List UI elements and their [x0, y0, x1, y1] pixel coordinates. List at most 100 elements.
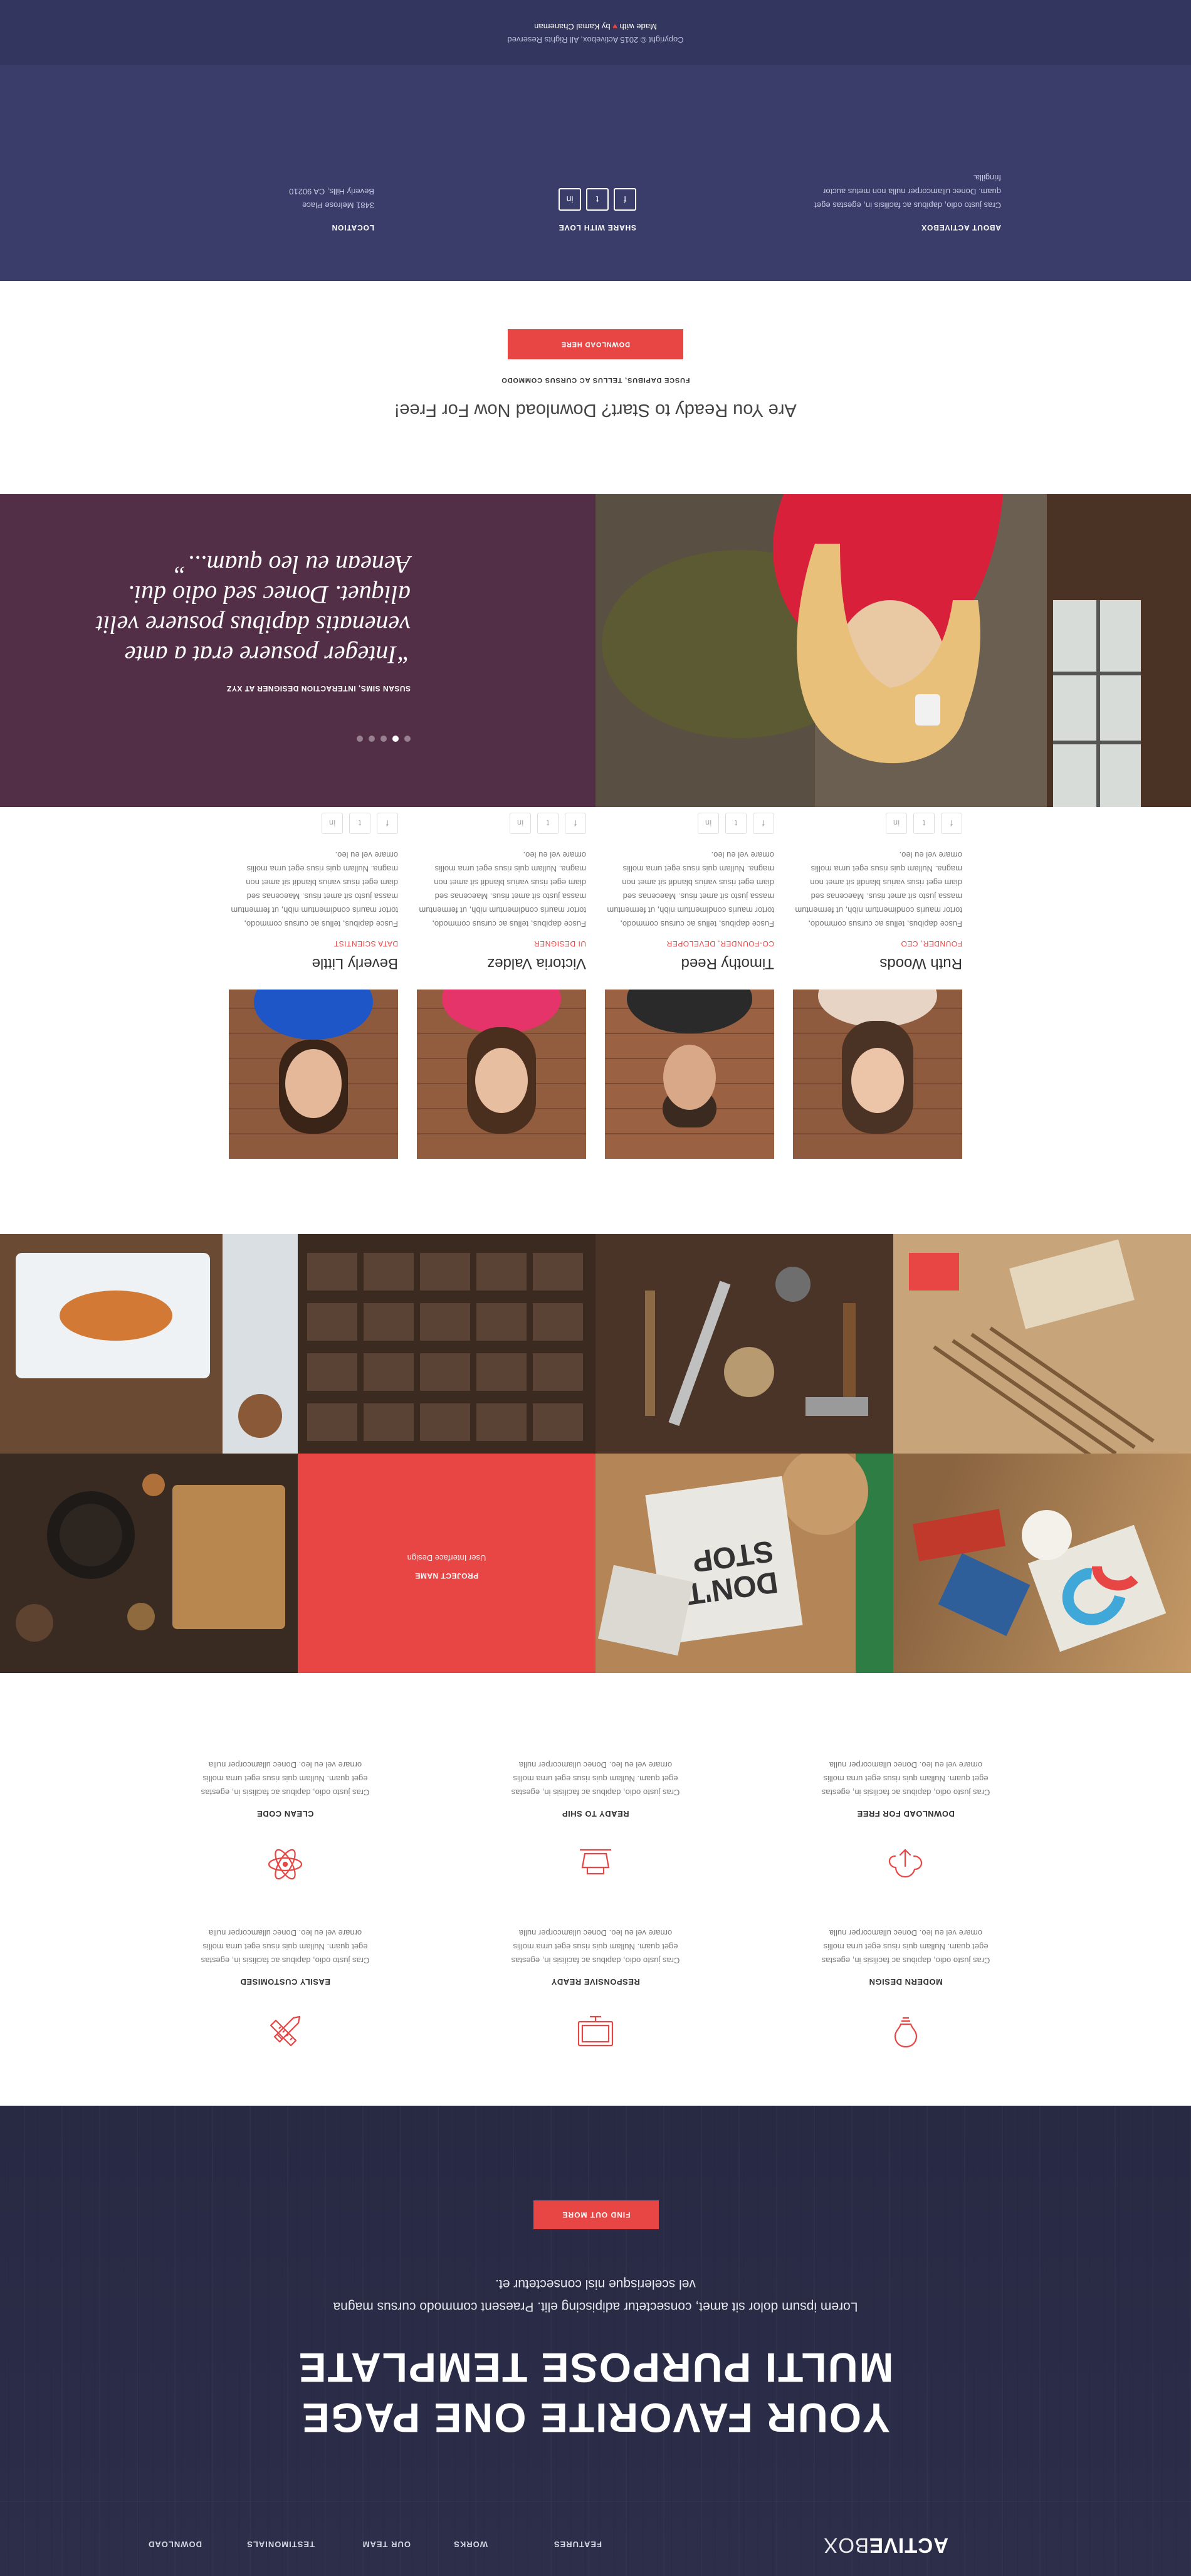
twitter-icon[interactable]: t [537, 813, 559, 834]
feature-title: RESPONSIVE READY [551, 1977, 640, 1987]
feature-title: MODERN DESIGN [869, 1977, 943, 1987]
features-section: EASILY CUSTOMISED Cras justo odio, dapib… [0, 1673, 1191, 2106]
typography-shirt-image: DON'T STOP [596, 1454, 893, 1673]
feature-title: READY TO SHIP [562, 1809, 629, 1819]
team-member-bio: Fusce dapibus, tellus ac cursus commodo,… [607, 850, 774, 929]
feature-text: Cras justo odio, dapibus ac facilisis in… [821, 1928, 990, 1965]
portfolio-tile-food[interactable] [0, 1234, 298, 1454]
linkedin-icon[interactable]: in [886, 813, 907, 834]
linkedin-icon[interactable]: in [510, 813, 531, 834]
twitter-icon[interactable]: t [725, 813, 747, 834]
team-member-bio: Fusce dapibus, tellus ac cursus commodo,… [231, 850, 398, 929]
team-member-photo [417, 990, 586, 1159]
feature-title: EASILY CUSTOMISED [239, 1977, 331, 1987]
linkedin-icon[interactable]: in [559, 188, 581, 211]
team-member-role: DATA SCIENTIST [333, 939, 398, 948]
pencils-image [893, 1234, 1191, 1454]
portfolio-tile-pencils[interactable] [893, 1234, 1191, 1454]
feature-responsive-ready: RESPONSIVE READY Cras justo odio, dapibu… [501, 1926, 690, 2054]
project-subtitle: User Interface Design [407, 1553, 486, 1563]
slider-dot[interactable] [404, 736, 411, 742]
cta-title: Are You Ready to Start? Download Now For… [394, 400, 797, 420]
team-member: Victoria Valdez UI DESIGNER Fusce dapibu… [417, 813, 586, 1159]
nav-link-download[interactable]: DOWNLOAD [148, 2540, 202, 2549]
find-out-more-button[interactable]: FIND OUT MORE [533, 2200, 659, 2229]
footer-social-links: f t in [429, 188, 636, 211]
team-member: Ruth Woods FOUNDER, CEO Fusce dapibus, t… [793, 813, 962, 1159]
portfolio-tile-typography-shirt[interactable]: DON'T STOP [596, 1454, 893, 1673]
site-logo[interactable]: ACTIVEBOX [823, 2533, 948, 2557]
feature-text: Cras justo odio, dapibus ac facilisis in… [511, 1928, 680, 1965]
facebook-icon[interactable]: f [565, 813, 586, 834]
portfolio-tile-project-overlay[interactable]: PROJECT NAME User Interface Design [298, 1454, 596, 1673]
linkedin-icon[interactable]: in [698, 813, 719, 834]
slider-dot[interactable] [369, 736, 375, 742]
footer-about-title: ABOUT ACTIVEBOX [921, 223, 1001, 232]
feature-title: CLEAN CODE [256, 1809, 314, 1819]
testimonial-quote: “Integer posuere erat a ante venenatis d… [96, 551, 411, 669]
slider-dot[interactable] [357, 736, 363, 742]
footer: LOCATION 3481 Melrose Place Beverly Hill… [0, 65, 1191, 281]
team-member-bio: Fusce dapibus, tellus ac cursus commodo,… [419, 850, 586, 929]
slider-dot-active[interactable] [392, 736, 399, 742]
food-image [0, 1234, 298, 1454]
download-here-button[interactable]: DOWNLOAD HERE [508, 329, 683, 359]
footer-about: ABOUT ACTIVEBOX Cras justo odio, dapibus… [794, 171, 1001, 232]
portfolio-tile-tools[interactable] [596, 1234, 893, 1454]
testimonial-author: SUSAN SIMS, INTERACTION DESIGNER AT XYZ [226, 684, 411, 693]
portfolio-tile-kitchen[interactable] [0, 1454, 298, 1673]
tools-image [596, 1234, 893, 1454]
nav-link-features[interactable]: FEATURES [554, 2540, 602, 2549]
hero-subtitle-line-2: vel scelerisque nisl consectetur et. [495, 2277, 696, 2291]
team-member-role: UI DESIGNER [533, 939, 586, 948]
facebook-icon[interactable]: f [614, 188, 636, 211]
feature-ready-to-ship: READY TO SHIP Cras justo odio, dapibus a… [501, 1758, 690, 1886]
made-with-love: Made with ♥ by Kamal Chaneman [0, 22, 1191, 31]
linkedin-icon[interactable]: in [322, 813, 343, 834]
hero-subtitle-line-1: Lorem ipsum dolor sit amet, consectetur … [333, 2299, 858, 2314]
testimonial-photo [596, 494, 1191, 807]
copyright-bar: Copyright © 2015 Activebox, All Rights R… [0, 0, 1191, 65]
team-member-bio: Fusce dapibus, tellus ac cursus commodo,… [795, 850, 962, 929]
testimonial-section: “Integer posuere erat a ante venenatis d… [0, 494, 1191, 807]
twitter-icon[interactable]: t [913, 813, 935, 834]
facebook-icon[interactable]: f [377, 813, 398, 834]
woman-with-coffee-image [596, 494, 1191, 807]
atom-icon [268, 1849, 303, 1880]
footer-share-title: SHARE WITH LOVE [558, 223, 636, 232]
portfolio-tile-tshirts[interactable] [893, 1454, 1191, 1673]
tshirts-image [893, 1454, 1191, 1673]
slider-dot[interactable] [380, 736, 387, 742]
team-member-role: FOUNDER, CEO [900, 939, 962, 948]
team-section: Beverly Little DATA SCIENTIST Fusce dapi… [0, 807, 1191, 1234]
portfolio-tile-letterpress[interactable] [298, 1234, 596, 1454]
team-member-photo [605, 990, 774, 1159]
feature-text: Cras justo odio, dapibus ac facilisis in… [511, 1760, 680, 1797]
footer-address: 3481 Melrose Place Beverly Hills, CA 902… [167, 184, 374, 212]
feature-clean-code: CLEAN CODE Cras justo odio, dapibus ac f… [191, 1758, 379, 1886]
facebook-icon[interactable]: f [753, 813, 774, 834]
address-line-2: Beverly Hills, CA 90210 [289, 187, 374, 196]
feature-easily-customised: EASILY CUSTOMISED Cras justo odio, dapib… [191, 1926, 379, 2054]
hero-subtitle: Lorem ipsum dolor sit amet, consectetur … [0, 2272, 1191, 2318]
twitter-icon[interactable]: t [586, 188, 609, 211]
hero-title: YOUR FAVORITE ONE PAGE MULTI PURPOSE TEM… [0, 2343, 1191, 2443]
nav-link-our-team[interactable]: OUR TEAM [362, 2540, 411, 2549]
facebook-icon[interactable]: f [941, 813, 962, 834]
feature-title: DOWNLOAD FOR FREE [857, 1809, 955, 1819]
twitter-icon[interactable]: t [349, 813, 370, 834]
ship-box-icon [580, 1849, 611, 1875]
made-with-author[interactable]: by Kamal Chaneman [534, 22, 610, 31]
team-member-name: Ruth Woods [879, 955, 962, 972]
nav-link-testimonials[interactable]: TESTIMONIALS [246, 2540, 315, 2549]
kitchen-image [0, 1454, 298, 1673]
feature-download-for-free: DOWNLOAD FOR FREE Cras justo odio, dapib… [812, 1758, 1000, 1886]
footer-about-text: Cras justo odio, dapibus ac facilisis in… [814, 173, 1001, 210]
team-member-name: Beverly Little [312, 955, 398, 972]
project-title: PROJECT NAME [414, 1571, 479, 1580]
address-line-1: 3481 Melrose Place [302, 201, 374, 210]
pencil-ruler-icon [270, 2015, 301, 2047]
hero-title-line-2: MULTI PURPOSE TEMPLATE [297, 2345, 894, 2391]
feature-text: Cras justo odio, dapibus ac facilisis in… [201, 1760, 370, 1797]
nav-link-works[interactable]: WORKS [453, 2540, 488, 2549]
